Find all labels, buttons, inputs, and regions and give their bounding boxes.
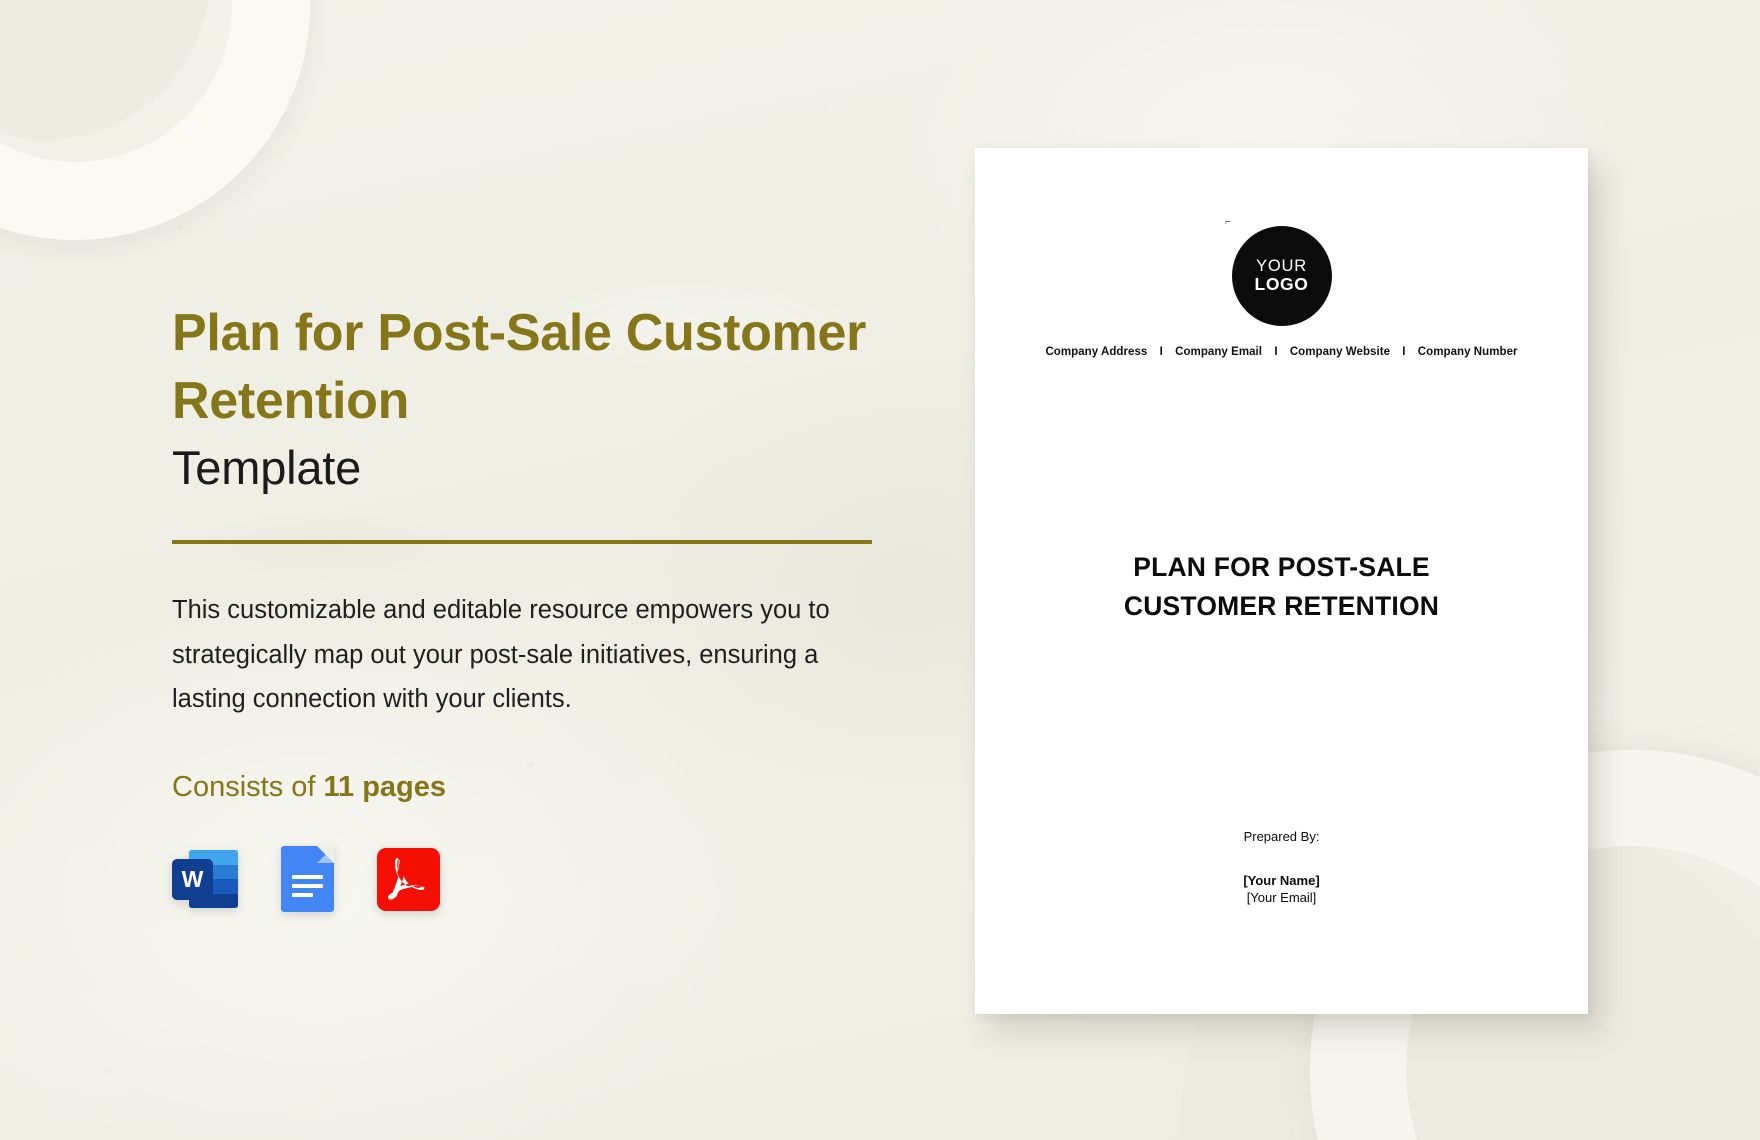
- gdocs-text-line-2: [292, 884, 323, 889]
- page-count-prefix: Consists of: [172, 771, 324, 804]
- pdf-tile-shape: [377, 847, 440, 911]
- decorative-ring-top-left: [0, 0, 310, 240]
- word-letter: W: [172, 859, 213, 901]
- page-subtitle: Template: [172, 441, 362, 495]
- document-preview[interactable]: ⌐ YOUR LOGO Company Address I Company Em…: [975, 148, 1588, 1014]
- decorative-disc-top-left: [0, 0, 210, 140]
- adobe-pdf-icon[interactable]: [377, 847, 440, 911]
- adobe-acrobat-glyph: [387, 858, 424, 901]
- company-email: Company Email: [1175, 346, 1263, 358]
- prepared-by-label: Prepared By:: [1243, 829, 1320, 844]
- prepared-by-email: [Your Email]: [1246, 890, 1317, 905]
- logo-line-2: LOGO: [1254, 274, 1309, 295]
- page-count-label: Consists of 11 pages: [172, 771, 912, 804]
- document-title-line-2: CUSTOMER RETENTION: [1123, 591, 1440, 622]
- company-number: Company Number: [1417, 346, 1518, 358]
- company-address: Company Address: [1045, 346, 1148, 358]
- company-website: Company Website: [1289, 346, 1391, 358]
- page-title: Plan for Post-Sale Customer Retention: [172, 304, 867, 430]
- gdocs-text-line-3: [292, 893, 313, 898]
- gdocs-text-line-1: [292, 875, 323, 880]
- promo-description: This customizable and editable resource …: [172, 596, 830, 713]
- title-divider: [172, 540, 872, 545]
- page-count-value: 11 pages: [323, 771, 447, 804]
- company-separator-1: I: [1159, 346, 1163, 358]
- logo-line-1: YOUR: [1256, 257, 1307, 276]
- prepared-by-block: Prepared By: [Your Name] [Your Email]: [975, 829, 1588, 905]
- file-format-icon-row: W: [172, 846, 912, 913]
- logo-placeholder: YOUR LOGO: [1231, 226, 1332, 326]
- document-title-line-1: PLAN FOR POST-SALE: [1133, 552, 1430, 582]
- company-separator-3: I: [1402, 346, 1406, 358]
- company-info-row: Company Address I Company Email I Compan…: [975, 346, 1588, 358]
- promo-panel: Plan for Post-Sale Customer Retention Te…: [172, 300, 912, 913]
- microsoft-word-icon[interactable]: W: [172, 846, 238, 912]
- document-tick-mark: ⌐: [1225, 216, 1232, 228]
- company-separator-2: I: [1274, 346, 1278, 358]
- prepared-by-name: [Your Name]: [1243, 873, 1320, 888]
- gdocs-fold-cut: [317, 846, 334, 864]
- document-title: PLAN FOR POST-SALE CUSTOMER RETENTION: [975, 548, 1588, 626]
- google-docs-icon[interactable]: [281, 846, 334, 913]
